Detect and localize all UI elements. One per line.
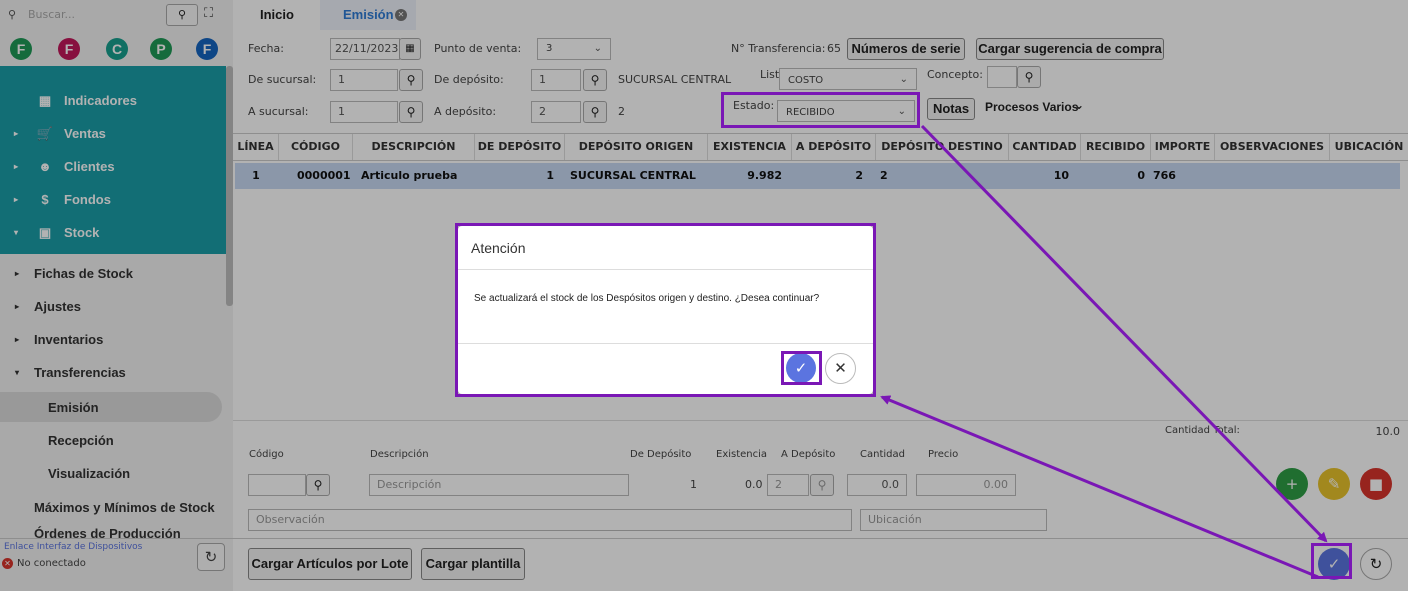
arrow-estado-to-confirm <box>920 124 1328 543</box>
annotation-arrows <box>880 124 1328 579</box>
arrow-confirm-to-dialog <box>880 395 1319 579</box>
